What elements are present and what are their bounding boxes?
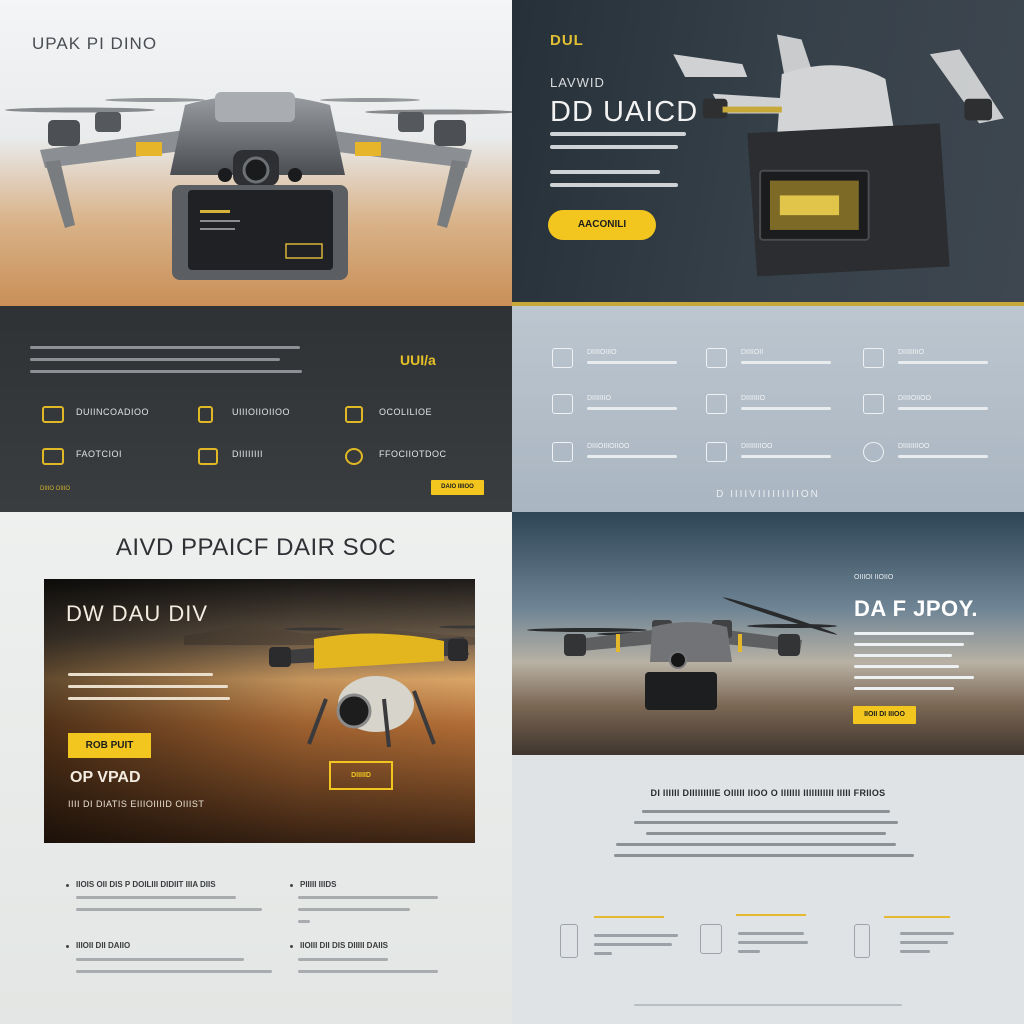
section-title: DI IIIIII DIIIIIIIIIE OIIIII IIOO O IIII… (650, 788, 886, 798)
section-logo: UUI/a (400, 352, 436, 368)
hero-title: DW DAU DIV (66, 601, 208, 626)
primary-button[interactable]: ROB PUIT (68, 733, 151, 758)
phone-icon (560, 924, 578, 958)
hero-cta-button[interactable]: AACONILI (548, 210, 656, 240)
screen-icon (552, 348, 573, 368)
footer-note: DIIIO OIIIO (40, 486, 71, 492)
section-paragraph (614, 810, 914, 865)
brand-logo: DUL (550, 32, 584, 49)
hero-headline: DD UAICD (550, 96, 699, 128)
phone-icon (863, 394, 884, 414)
desert-hero-card: DW DAU DIV ROB PUIT OP VPAD IIII DI DIAT… (44, 579, 475, 843)
speed-icon (345, 448, 363, 465)
panel-feature-grid: DIIIIOIIIO DIIIIOII DIIIIIIIIO DIIIIIIIO… (512, 306, 1024, 512)
list-item-text (76, 896, 262, 920)
grid-icon (706, 442, 727, 462)
panel-drone-desert-hero: UPAK PI DINO (0, 0, 512, 306)
sky-hero: OIIIOI IIOIIO DA F JPOY. IIOII DI IIIOO (512, 512, 1024, 755)
monitor-icon (706, 394, 727, 414)
battery-icon (345, 406, 363, 423)
phone-icon (854, 924, 870, 958)
secondary-button[interactable]: DIIIIID (329, 761, 393, 790)
signal-icon (863, 348, 884, 368)
monitor-icon (198, 448, 218, 465)
phone-icon (198, 406, 213, 423)
hero-text (68, 673, 230, 709)
list-item-text (298, 958, 438, 982)
brand-name: UPAK PI DINO (32, 34, 158, 53)
list-item-text (298, 896, 438, 932)
grid-footer-link[interactable]: D IIIIVIIIIIIIIION (512, 489, 1024, 500)
features-cta-button[interactable]: DAIO IIIIOO (431, 480, 484, 495)
panel-drone-product-hero: DUL LAVWID DD UAICD AACONILI (512, 0, 1024, 306)
battery-icon (552, 394, 573, 414)
page-title: AIVD PPAICF DAIR SOC (115, 534, 397, 561)
hero-description (550, 132, 686, 158)
hero-cta-button[interactable]: IIOII DI IIIOO (853, 706, 916, 724)
intro-text (30, 346, 302, 382)
hero-subtitle: OP VPAD (70, 769, 141, 786)
hero-eyebrow: OIIIOI IIOIIO (854, 574, 894, 581)
controller-icon (706, 348, 727, 368)
grid-icon (42, 448, 64, 465)
camera-icon (863, 442, 884, 462)
hero-eyebrow: LAVWID (550, 75, 605, 90)
hero-title: DA F JPOY. (854, 596, 978, 621)
panel-dark-features: UUI/a DUIINCOADIOO UIIIOIIOIIOO OCOLILIO… (0, 306, 512, 512)
hero-details (550, 170, 678, 196)
list-item-text (76, 958, 272, 982)
settings-icon (552, 442, 573, 462)
panel-product-page: OIIIOI IIOIIO DA F JPOY. IIOII DI IIIOO … (512, 512, 1024, 1024)
tablet-icon (700, 924, 722, 954)
hero-description (854, 632, 974, 698)
screen-icon (42, 406, 64, 423)
hero-subline: IIII DI DIATIS EIIIOIIIID OIIIST (68, 799, 205, 809)
footer-line (634, 1004, 902, 1015)
